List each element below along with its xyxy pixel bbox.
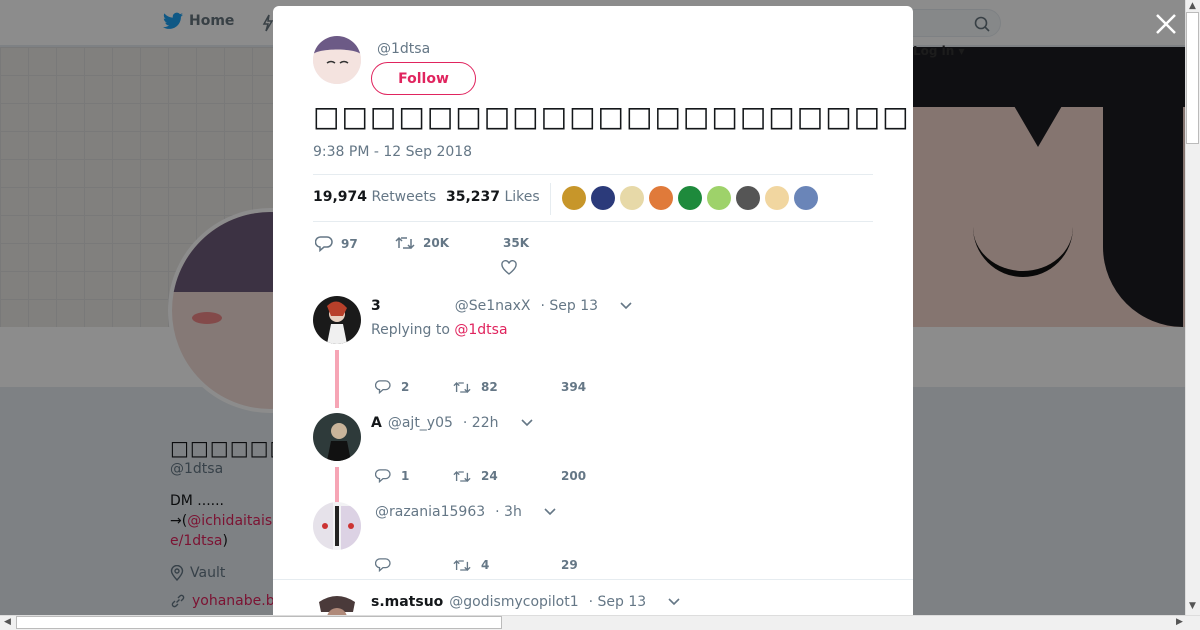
reply-action[interactable]: 2 (375, 380, 409, 394)
liker-avatar[interactable] (562, 186, 586, 210)
reply-avatar[interactable] (313, 296, 361, 344)
retweet-icon (453, 381, 471, 393)
liker-avatar[interactable] (765, 186, 789, 210)
reply-header: A @ajt_y05 · 22h (371, 415, 533, 431)
thread-line (335, 350, 339, 408)
reply-name[interactable]: 3 (371, 298, 381, 314)
scroll-down-arrow-icon[interactable]: ▼ (1189, 601, 1196, 611)
like-action[interactable]: 35K (503, 236, 529, 250)
reply-action[interactable] (375, 558, 401, 572)
reply-actions: 2 82 394 (371, 380, 611, 400)
reply-handle[interactable]: @godismycopilot1 (449, 594, 578, 610)
tweet-timestamp[interactable]: 9:38 PM - 12 Sep 2018 (313, 144, 472, 160)
retweet-icon (453, 470, 471, 482)
heart-icon[interactable] (501, 260, 517, 275)
liker-avatar[interactable] (794, 186, 818, 210)
replying-to: Replying to @1dtsa (371, 322, 508, 338)
reply-actions: 4 29 (371, 558, 611, 578)
retweet-action[interactable]: 4 (453, 558, 489, 572)
author-handle[interactable]: @1dtsa (377, 41, 430, 57)
likers-avatar-list (562, 186, 818, 210)
retweets-stat[interactable]: 19,974 Retweets (313, 189, 436, 205)
chevron-down-icon[interactable] (520, 419, 533, 427)
vertical-scrollbar-thumb[interactable] (1186, 12, 1199, 144)
liker-avatar[interactable] (591, 186, 615, 210)
close-icon[interactable] (1154, 12, 1178, 36)
reply-handle[interactable]: @Se1naxX (455, 298, 531, 314)
likes-stat[interactable]: 35,237 Likes (446, 189, 540, 205)
author-avatar[interactable] (313, 36, 361, 84)
reply-icon (375, 558, 391, 572)
reply-avatar[interactable] (313, 592, 361, 615)
reply-header: @razania15963 · 3h (371, 504, 556, 520)
reply-action[interactable]: 97 (315, 236, 358, 252)
like-count[interactable]: 394 (561, 380, 586, 394)
retweet-icon (453, 559, 471, 571)
retweet-action[interactable]: 82 (453, 380, 498, 394)
tweet-permalink-modal: @1dtsa Follow □□□□□□□□□□□□□□□□□□□□□□□□□□… (273, 6, 913, 615)
reply-name[interactable]: A (371, 415, 382, 431)
reply-date[interactable]: · Sep 13 (541, 298, 599, 314)
reply-tweet[interactable]: @razania15963 · 3h 4 29 (313, 502, 873, 582)
reply-header: s.matsuo @godismycopilot1 · Sep 13 (371, 594, 680, 610)
retweet-action[interactable]: 24 (453, 469, 498, 483)
scroll-right-arrow-icon[interactable]: ▶ (1176, 617, 1183, 627)
reply-avatar[interactable] (313, 413, 361, 461)
reply-date[interactable]: · Sep 13 (589, 594, 647, 610)
follow-button[interactable]: Follow (371, 62, 476, 95)
liker-avatar[interactable] (707, 186, 731, 210)
reply-icon (375, 469, 391, 483)
reply-tweet[interactable]: A @ajt_y05 · 22h 1 24 200 (313, 413, 873, 503)
reply-handle[interactable]: @ajt_y05 (388, 415, 453, 431)
reply-name[interactable]: s.matsuo (371, 594, 443, 610)
reply-actions: 1 24 200 (371, 469, 611, 489)
tweet-actions: 97 20K 35K (313, 234, 873, 280)
chevron-down-icon[interactable] (668, 598, 680, 606)
liker-avatar[interactable] (678, 186, 702, 210)
scroll-left-arrow-icon[interactable]: ◀ (4, 617, 11, 627)
replying-to-link[interactable]: @1dtsa (454, 322, 507, 338)
thread-line (335, 467, 339, 503)
divider (273, 579, 913, 580)
stats-divider (550, 183, 551, 215)
retweet-icon (395, 236, 415, 250)
reply-icon (375, 380, 391, 394)
liker-avatar[interactable] (620, 186, 644, 210)
reply-date[interactable]: · 22h (463, 415, 499, 431)
tweet-stats: 19,974 Retweets 35,237 Likes (313, 174, 873, 222)
like-count[interactable]: 29 (561, 558, 578, 572)
reply-action[interactable]: 1 (375, 469, 409, 483)
reply-tweet[interactable]: 3 @Se1naxX · Sep 13 Replying to @1dtsa 2… (313, 296, 873, 408)
liker-avatar[interactable] (649, 186, 673, 210)
reply-header: 3 @Se1naxX · Sep 13 (371, 298, 632, 314)
reply-tweet[interactable]: s.matsuo @godismycopilot1 · Sep 13 (313, 592, 873, 615)
tweet-text: □□□□□□□□□□□□□□□□□□□□□□□□□□□□□□□□□□□□□□□□ (313, 100, 913, 133)
reply-avatar[interactable] (313, 502, 361, 550)
reply-date[interactable]: · 3h (495, 504, 522, 520)
reply-handle[interactable]: @razania15963 (375, 504, 485, 520)
liker-avatar[interactable] (736, 186, 760, 210)
horizontal-scrollbar-thumb[interactable] (16, 616, 502, 629)
like-count[interactable]: 200 (561, 469, 586, 483)
retweet-action[interactable]: 20K (395, 236, 449, 250)
chevron-down-icon[interactable] (620, 302, 632, 310)
chevron-down-icon[interactable] (544, 508, 556, 516)
reply-icon (315, 236, 333, 252)
scroll-up-arrow-icon[interactable]: ▲ (1189, 1, 1196, 11)
